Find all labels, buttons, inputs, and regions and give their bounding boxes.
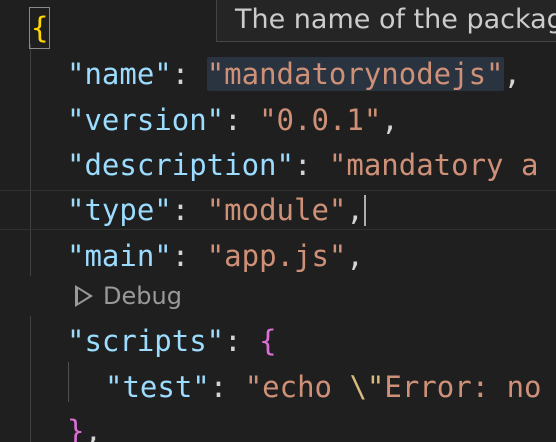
json-separator: : xyxy=(224,324,260,358)
indent-guide xyxy=(30,44,31,276)
code-line-version[interactable]: "version": "0.0.1", xyxy=(67,99,399,141)
code-editor[interactable]: { The name of the package. "name": "mand… xyxy=(0,0,556,442)
json-key: "type" xyxy=(67,193,172,227)
json-key: "test" xyxy=(105,370,210,404)
json-string-value: "module" xyxy=(206,193,347,227)
json-comma: , xyxy=(84,414,102,442)
debug-play-icon xyxy=(75,285,93,307)
scripts-close-brace: } xyxy=(67,414,85,442)
json-key: "name" xyxy=(67,57,172,91)
json-string-value-rest: Error: no xyxy=(384,370,542,404)
text-cursor xyxy=(363,195,366,226)
hover-tooltip: The name of the package. xyxy=(216,0,556,42)
json-string-value: "mandatorynodejs" xyxy=(206,57,504,91)
json-comma: , xyxy=(381,103,399,137)
debug-codelens[interactable]: Debug xyxy=(75,276,182,316)
json-comma: , xyxy=(503,57,521,91)
json-escape-sequence: \" xyxy=(349,370,385,404)
code-line-description[interactable]: "description": "mandatory a xyxy=(67,144,538,186)
json-separator: : xyxy=(224,103,260,137)
json-key: "main" xyxy=(67,239,172,273)
code-line-scripts-close[interactable]: }, xyxy=(67,410,102,442)
json-key: "description" xyxy=(67,148,294,182)
json-separator: : xyxy=(209,370,245,404)
indent-guide xyxy=(30,316,31,442)
json-string-value: "mandatory a xyxy=(328,148,539,182)
scripts-open-brace: { xyxy=(259,324,277,358)
json-separator: : xyxy=(171,57,207,91)
json-comma: , xyxy=(346,193,364,227)
json-string-value: "echo xyxy=(244,370,350,404)
code-line-test[interactable]: "test": "echo \"Error: no xyxy=(105,366,542,408)
code-line-scripts[interactable]: "scripts": { xyxy=(67,320,277,362)
debug-codelens-label: Debug xyxy=(103,282,182,310)
json-key: "version" xyxy=(67,103,225,137)
json-separator: : xyxy=(171,193,207,227)
code-line-type[interactable]: "type": "module", xyxy=(67,189,366,231)
json-string-value: "0.0.1" xyxy=(259,103,382,137)
open-brace: { xyxy=(28,7,51,49)
code-line-main[interactable]: "main": "app.js", xyxy=(67,235,364,277)
json-key: "scripts" xyxy=(67,324,225,358)
json-separator: : xyxy=(171,239,207,273)
indent-guide-inner xyxy=(68,362,69,402)
json-comma: , xyxy=(346,239,364,273)
json-string-value: "app.js" xyxy=(206,239,347,273)
code-line-name[interactable]: "name": "mandatorynodejs", xyxy=(67,53,521,95)
json-separator: : xyxy=(293,148,329,182)
